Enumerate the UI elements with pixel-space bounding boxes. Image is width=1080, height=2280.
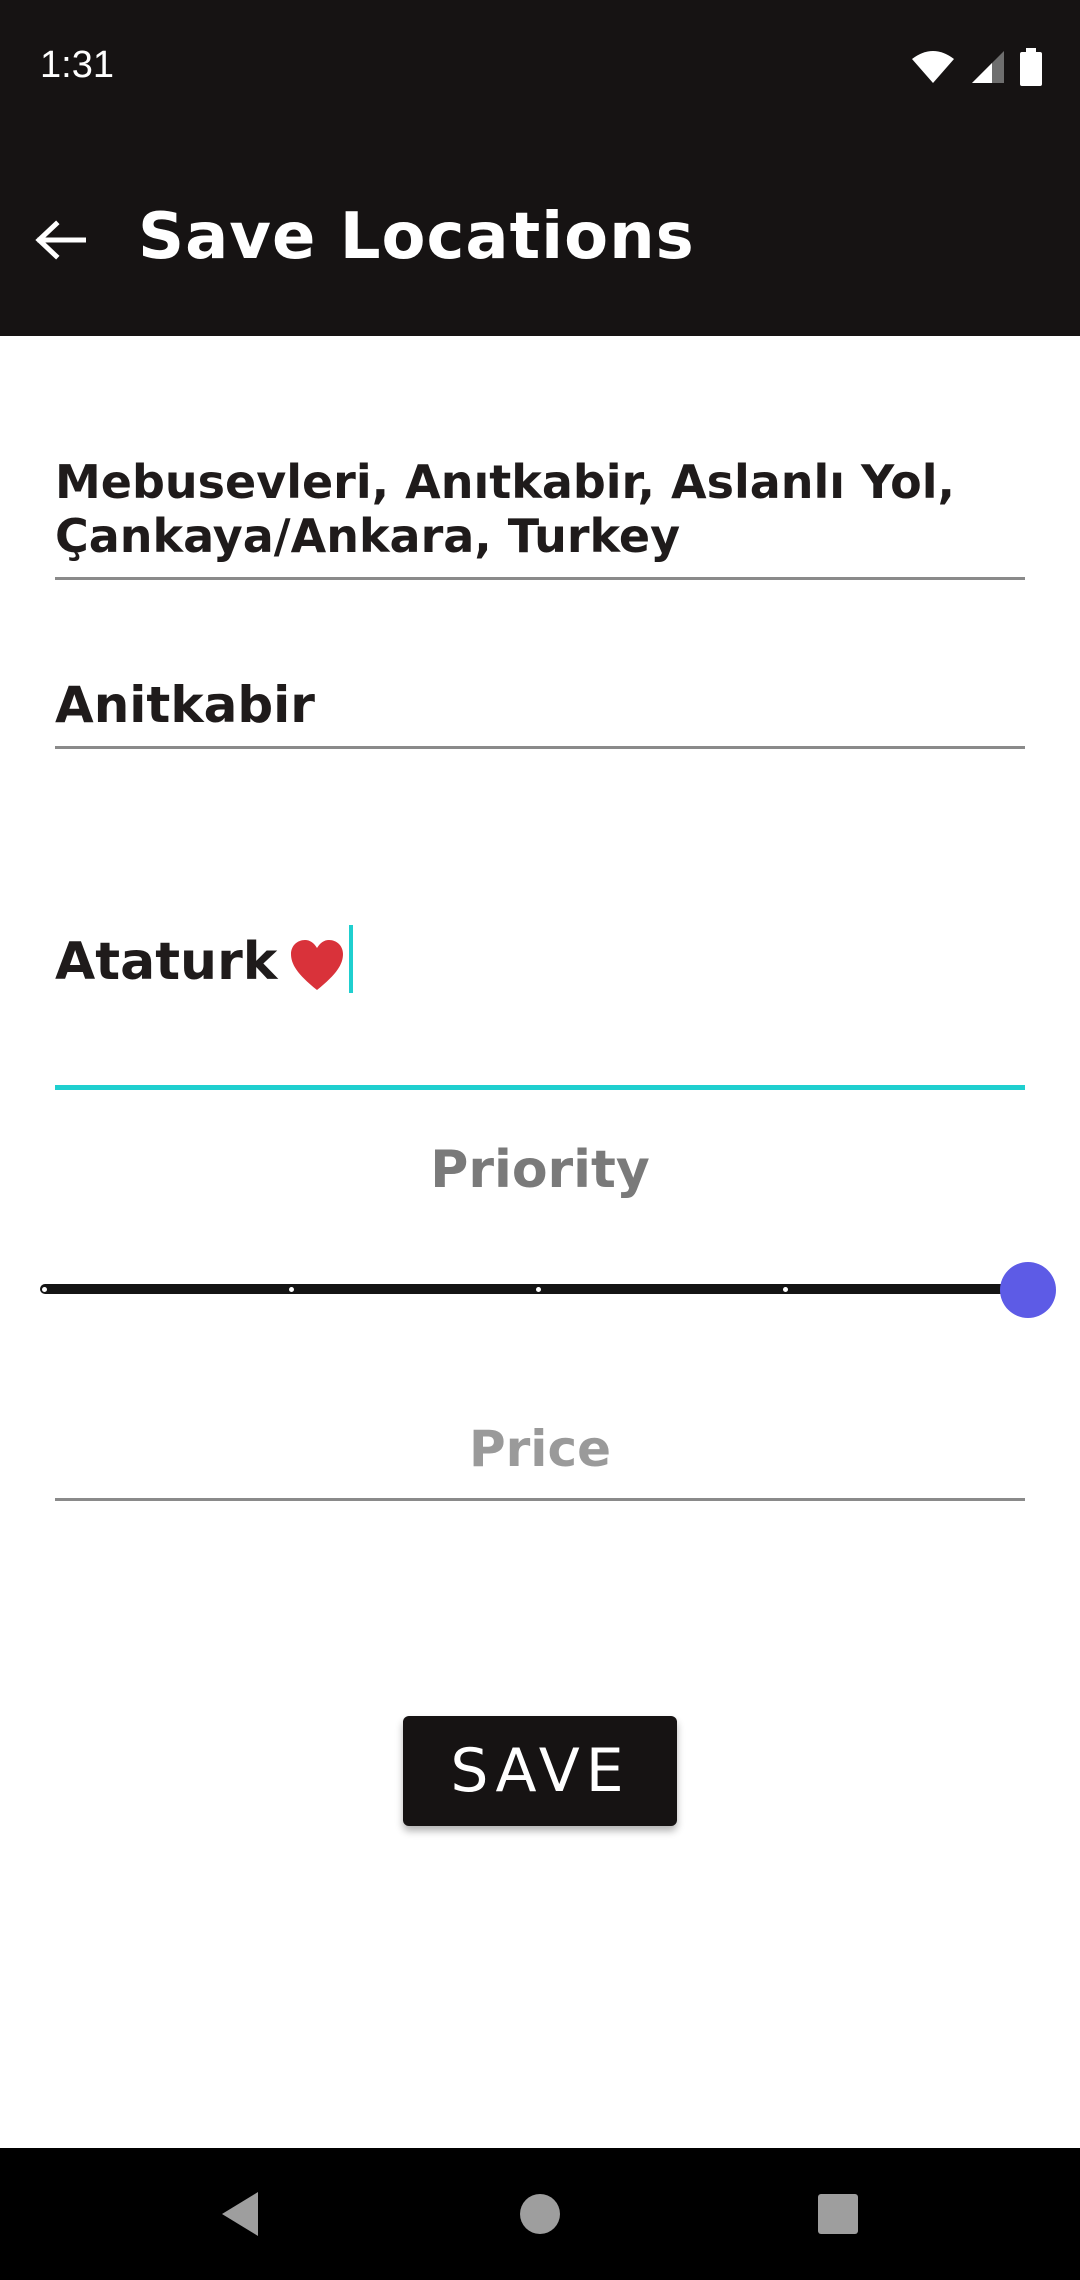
priority-slider[interactable] bbox=[40, 1260, 1056, 1320]
save-button[interactable]: SAVE bbox=[403, 1716, 677, 1826]
screen: 1:31 Save Locations Mebusevleri, Anıtkab… bbox=[0, 0, 1080, 2280]
slider-tick bbox=[42, 1287, 47, 1292]
status-bar: 1:31 bbox=[0, 0, 1080, 138]
slider-tick bbox=[536, 1287, 541, 1292]
nav-home-button[interactable] bbox=[504, 2178, 576, 2250]
slider-tick bbox=[783, 1287, 788, 1292]
priority-label: Priority bbox=[430, 1140, 650, 1200]
note-field[interactable]: Ataturk bbox=[55, 920, 1025, 1090]
location-name-field[interactable]: Anitkabir bbox=[55, 676, 1025, 749]
navigation-bar bbox=[0, 2148, 1080, 2280]
wifi-icon bbox=[912, 51, 954, 83]
slider-thumb[interactable] bbox=[1000, 1262, 1056, 1318]
recents-square-icon bbox=[818, 2194, 858, 2234]
cellular-signal-icon bbox=[972, 51, 1004, 83]
address-field[interactable]: Mebusevleri, Anıtkabir, Aslanlı Yol, Çan… bbox=[55, 455, 1025, 580]
arrow-left-icon bbox=[35, 220, 86, 260]
heart-emoji bbox=[291, 940, 344, 990]
slider-tick bbox=[289, 1287, 294, 1292]
home-circle-icon bbox=[520, 2194, 560, 2234]
address-value: Mebusevleri, Anıtkabir, Aslanlı Yol, Çan… bbox=[55, 455, 955, 563]
note-value: Ataturk bbox=[55, 932, 278, 992]
nav-back-button[interactable] bbox=[204, 2178, 276, 2250]
price-input[interactable]: Price bbox=[55, 1420, 1025, 1501]
status-time: 1:31 bbox=[40, 44, 114, 86]
back-triangle-icon bbox=[222, 2192, 258, 2236]
battery-icon bbox=[1020, 48, 1042, 86]
back-button[interactable] bbox=[24, 204, 96, 276]
location-name-value: Anitkabir bbox=[55, 676, 315, 734]
page-title: Save Locations bbox=[138, 200, 695, 274]
app-bar: Save Locations bbox=[0, 138, 1080, 336]
nav-recents-button[interactable] bbox=[802, 2178, 874, 2250]
text-cursor bbox=[349, 925, 354, 993]
status-icons bbox=[910, 48, 1042, 86]
price-placeholder: Price bbox=[469, 1420, 611, 1478]
